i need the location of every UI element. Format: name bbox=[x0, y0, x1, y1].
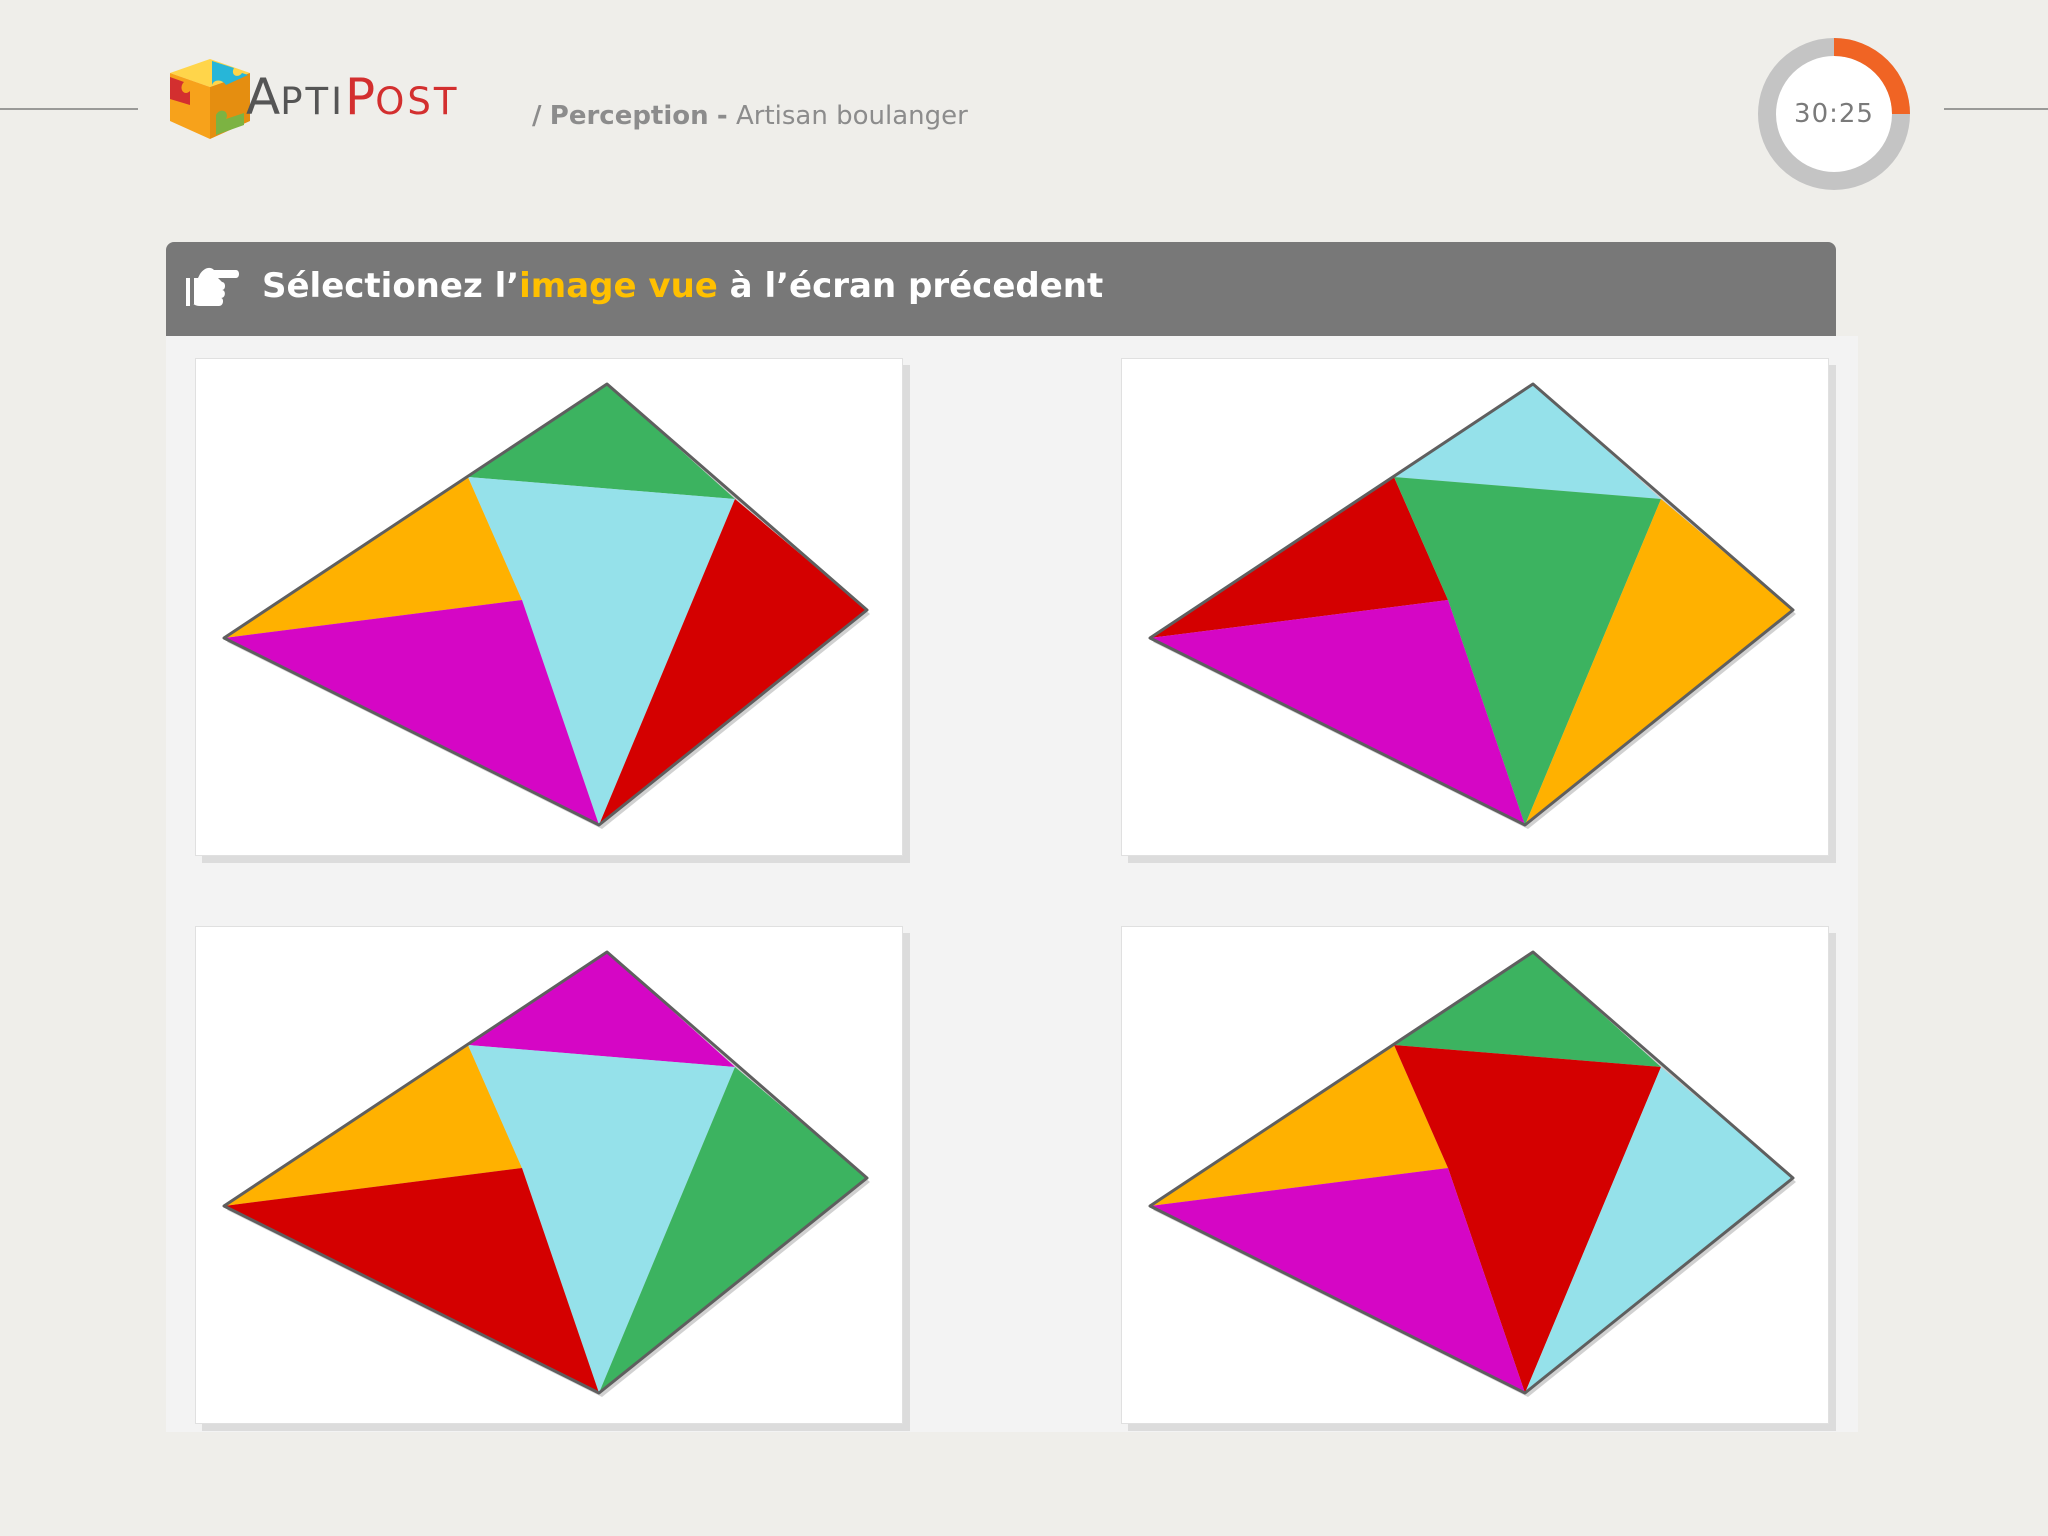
breadcrumb: / Perception - Artisan boulanger bbox=[532, 101, 968, 131]
instruction-bar: Sélectionez l’image vue à l’écran préced… bbox=[166, 242, 1836, 336]
diamond-figure bbox=[222, 382, 870, 829]
timer-value: 30:25 bbox=[1794, 99, 1874, 129]
diamond-figure bbox=[222, 950, 870, 1397]
choice-card-4[interactable] bbox=[1121, 926, 1829, 1424]
choice-card-3[interactable] bbox=[195, 926, 903, 1424]
breadcrumb-separator: / bbox=[532, 101, 542, 131]
breadcrumb-section: Perception bbox=[549, 101, 709, 131]
brand-logo: APTIPOST bbox=[246, 68, 460, 126]
breadcrumb-dash: - bbox=[716, 101, 728, 131]
breadcrumb-subsection: Artisan boulanger bbox=[735, 101, 968, 131]
choice-card-1[interactable] bbox=[195, 358, 903, 856]
diamond-figure bbox=[1148, 950, 1796, 1397]
header-divider-right bbox=[1944, 108, 2048, 110]
countdown-timer: 30:25 bbox=[1756, 36, 1912, 192]
instruction-title: Sélectionez l’image vue à l’écran préced… bbox=[262, 266, 1104, 306]
header-divider-left bbox=[0, 108, 138, 110]
puzzle-cube-icon bbox=[170, 59, 250, 139]
choice-card-2[interactable] bbox=[1121, 358, 1829, 856]
pointing-hand-icon bbox=[186, 267, 239, 306]
diamond-figure bbox=[1148, 382, 1796, 829]
